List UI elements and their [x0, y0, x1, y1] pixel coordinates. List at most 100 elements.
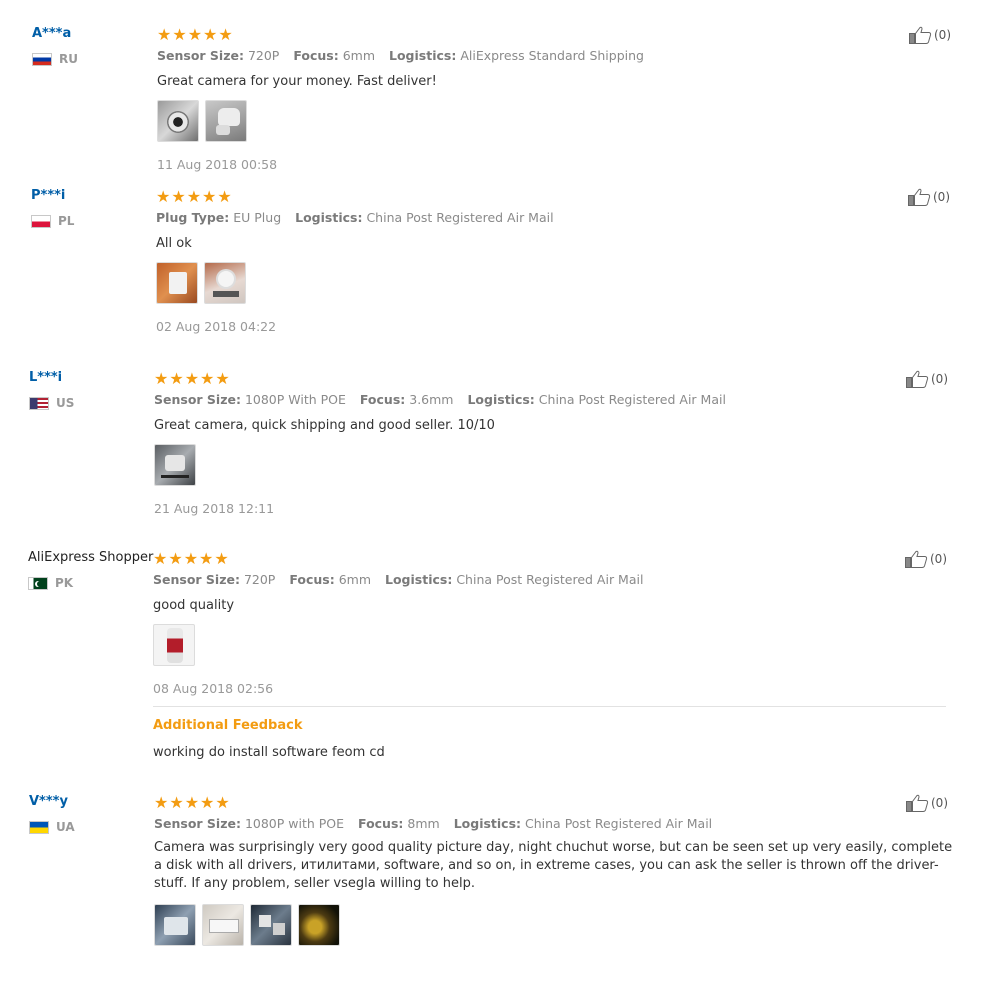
helpful-count: (0)	[930, 552, 947, 566]
flag-icon	[28, 576, 48, 590]
thumbs-up-icon	[909, 26, 932, 44]
thumbs-up-icon	[906, 370, 929, 388]
helpful-count: (0)	[933, 190, 950, 204]
country-code: RU	[59, 52, 78, 66]
attr-value: 720P	[243, 572, 276, 587]
helpful-count: (0)	[931, 372, 948, 386]
attr-value: EU Plug	[233, 210, 282, 225]
review-body: ★★★★★ Sensor Size: 1080P With POE Focus:…	[154, 370, 954, 517]
country-code: PK	[55, 576, 74, 590]
review-text: Great camera, quick shipping and good se…	[154, 418, 495, 433]
review-photo-thumbnail[interactable]	[202, 904, 244, 946]
helpful-button[interactable]: (0)	[905, 550, 947, 568]
attr-label: Logistics:	[389, 48, 457, 63]
attr-label: Sensor Size:	[154, 816, 241, 831]
attr-label: Logistics:	[453, 816, 522, 831]
review-text: All ok	[156, 236, 192, 251]
star-rating: ★★★★★	[156, 187, 233, 206]
review-text: Camera was surprisingly very good qualit…	[154, 840, 953, 891]
flag-icon	[32, 52, 52, 66]
reviewer-country: UA	[29, 820, 75, 834]
flag-icon	[29, 396, 49, 410]
reviewer-name[interactable]: L***i	[29, 370, 74, 386]
thumbs-up-icon	[906, 794, 929, 812]
attr-value: 720P	[247, 48, 280, 63]
attr-label: Plug Type:	[156, 210, 230, 225]
attr-value: China Post Registered Air Mail	[366, 210, 554, 225]
review-photo-thumbnail[interactable]	[157, 100, 199, 142]
reviewer-name[interactable]: A***a	[32, 26, 78, 42]
reviewer-country: PK	[28, 576, 153, 590]
review-photo-thumbnail[interactable]	[250, 904, 292, 946]
reviewer-name[interactable]: P***i	[31, 188, 74, 204]
attr-label: Logistics:	[467, 392, 535, 407]
review-body: ★★★★★ Plug Type: EU Plug Logistics: Chin…	[156, 188, 956, 335]
attr-value: China Post Registered Air Mail	[456, 572, 644, 587]
attr-value: AliExpress Standard Shipping	[460, 48, 644, 63]
attr-label: Focus:	[293, 48, 339, 63]
review-photos	[157, 100, 957, 142]
star-rating: ★★★★★	[154, 793, 231, 812]
star-rating: ★★★★★	[157, 25, 234, 44]
review-date: 02 Aug 2018 04:22	[156, 319, 277, 334]
review-body: ★★★★★ Sensor Size: 720P Focus: 6mm Logis…	[157, 26, 957, 173]
order-attributes: Sensor Size: 1080P With POE Focus: 3.6mm…	[154, 392, 954, 408]
reviewer-info: AliExpress Shopper PK	[28, 550, 153, 590]
additional-feedback-title: Additional Feedback	[153, 718, 303, 733]
helpful-button[interactable]: (0)	[908, 188, 950, 206]
star-rating: ★★★★★	[154, 369, 231, 388]
attr-value: 1080P with POE	[244, 816, 345, 831]
attr-value: China Post Registered Air Mail	[525, 816, 713, 831]
review-photo-thumbnail[interactable]	[153, 624, 195, 666]
attr-label: Logistics:	[295, 210, 363, 225]
divider	[153, 706, 946, 707]
attr-value: 6mm	[338, 572, 372, 587]
helpful-count: (0)	[931, 796, 948, 810]
attr-label: Sensor Size:	[153, 572, 240, 587]
order-attributes: Plug Type: EU Plug Logistics: China Post…	[156, 210, 956, 226]
attr-label: Logistics:	[385, 572, 453, 587]
review-photo-thumbnail[interactable]	[154, 444, 196, 486]
helpful-button[interactable]: (0)	[906, 370, 948, 388]
review-photo-thumbnail[interactable]	[156, 262, 198, 304]
attr-value: 3.6mm	[409, 392, 454, 407]
helpful-count: (0)	[934, 28, 951, 42]
attr-label: Sensor Size:	[157, 48, 244, 63]
review-photo-thumbnail[interactable]	[204, 262, 246, 304]
review-text: good quality	[153, 598, 235, 613]
order-attributes: Sensor Size: 720P Focus: 6mm Logistics: …	[153, 572, 953, 588]
star-rating: ★★★★★	[153, 549, 230, 568]
review-body: ★★★★★ Sensor Size: 1080P with POE Focus:…	[154, 794, 954, 946]
attr-label: Focus:	[289, 572, 335, 587]
review-body: ★★★★★ Sensor Size: 720P Focus: 6mm Logis…	[153, 550, 953, 761]
review-photo-thumbnail[interactable]	[205, 100, 247, 142]
flag-icon	[31, 214, 51, 228]
review-photos	[156, 262, 956, 304]
order-attributes: Sensor Size: 720P Focus: 6mm Logistics: …	[157, 48, 957, 64]
review-photos	[153, 624, 953, 666]
country-code: PL	[58, 214, 75, 228]
review-photos	[154, 904, 954, 946]
reviewer-info: A***a RU	[32, 26, 78, 66]
country-code: UA	[56, 820, 75, 834]
thumbs-up-icon	[908, 188, 931, 206]
reviewer-country: US	[29, 396, 74, 410]
thumbs-up-icon	[905, 550, 928, 568]
attr-value: 6mm	[342, 48, 376, 63]
additional-feedback-text: working do install software feom cd	[153, 745, 385, 760]
review-photo-thumbnail[interactable]	[298, 904, 340, 946]
attr-value: China Post Registered Air Mail	[538, 392, 726, 407]
reviewer-name[interactable]: V***y	[29, 794, 75, 810]
review-text: Great camera for your money. Fast delive…	[157, 74, 437, 89]
review-date: 11 Aug 2018 00:58	[157, 157, 278, 172]
attr-value: 8mm	[407, 816, 440, 831]
country-code: US	[56, 396, 75, 410]
helpful-button[interactable]: (0)	[906, 794, 948, 812]
flag-icon	[29, 820, 49, 834]
attr-label: Focus:	[358, 816, 404, 831]
review-photo-thumbnail[interactable]	[154, 904, 196, 946]
review-date: 21 Aug 2018 12:11	[154, 501, 275, 516]
helpful-button[interactable]: (0)	[909, 26, 951, 44]
attr-label: Focus:	[359, 392, 406, 407]
reviewer-info: P***i PL	[31, 188, 74, 228]
